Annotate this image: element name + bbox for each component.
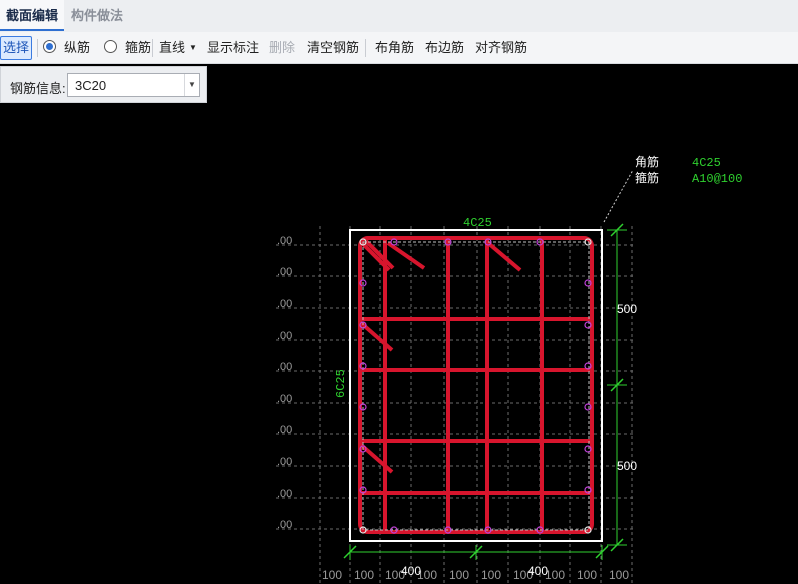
stirrup-outer <box>358 236 594 534</box>
column-section[interactable] <box>349 229 603 542</box>
grid-label: .00 <box>277 330 292 342</box>
grid-label: 100 <box>609 568 629 582</box>
rebar-callout: 角筋 4C25 箍筋 A10@100 <box>603 154 742 223</box>
grid-label: .00 <box>277 266 292 278</box>
callout-stirrup-label: 箍筋 <box>635 170 659 185</box>
cover-line <box>362 241 590 531</box>
grid-label: 100 <box>322 568 342 582</box>
right-dim-lower: 500 <box>617 459 637 473</box>
bottom-dim-right: 400 <box>528 564 548 578</box>
left-edge-label: 6C25 <box>334 369 348 398</box>
grid-label: 100 <box>545 568 565 582</box>
grid-label: .00 <box>277 361 292 373</box>
grid-label: .00 <box>277 393 292 405</box>
chevron-down-icon[interactable]: ▼ <box>184 74 199 96</box>
callout-leader <box>603 169 634 223</box>
stirrup-hook <box>386 241 426 270</box>
grid-label: .00 <box>277 424 292 436</box>
rebar-info-panel: 钢筋信息: 3C20 ▼ <box>0 66 207 103</box>
bottom-dim-left: 400 <box>401 564 421 578</box>
grid-label: .00 <box>277 456 292 468</box>
callout-corner-label: 角筋 <box>635 154 659 169</box>
top-edge-label: 4C25 <box>463 216 492 230</box>
rebar-info-label: 钢筋信息: <box>10 81 66 96</box>
stirrup-hook <box>358 320 394 352</box>
callout-stirrup-value: A10@100 <box>692 172 742 186</box>
callout-corner-value: 4C25 <box>692 156 721 170</box>
grid-label: 100 <box>449 568 469 582</box>
grid-label: .00 <box>277 488 292 500</box>
grid-label: .00 <box>277 519 292 531</box>
grid-label: 100 <box>481 568 501 582</box>
stirrup-hook <box>486 241 522 272</box>
right-dim-upper: 500 <box>617 302 637 316</box>
stirrup-hook <box>358 442 394 474</box>
rebar-info-select[interactable]: 3C20 ▼ <box>67 73 200 97</box>
grid-label: .00 <box>277 298 292 310</box>
rebar-info-value: 3C20 <box>75 78 107 93</box>
grid-label: .00 <box>277 235 292 247</box>
grid-label: 100 <box>354 568 374 582</box>
grid-label: 100 <box>577 568 597 582</box>
